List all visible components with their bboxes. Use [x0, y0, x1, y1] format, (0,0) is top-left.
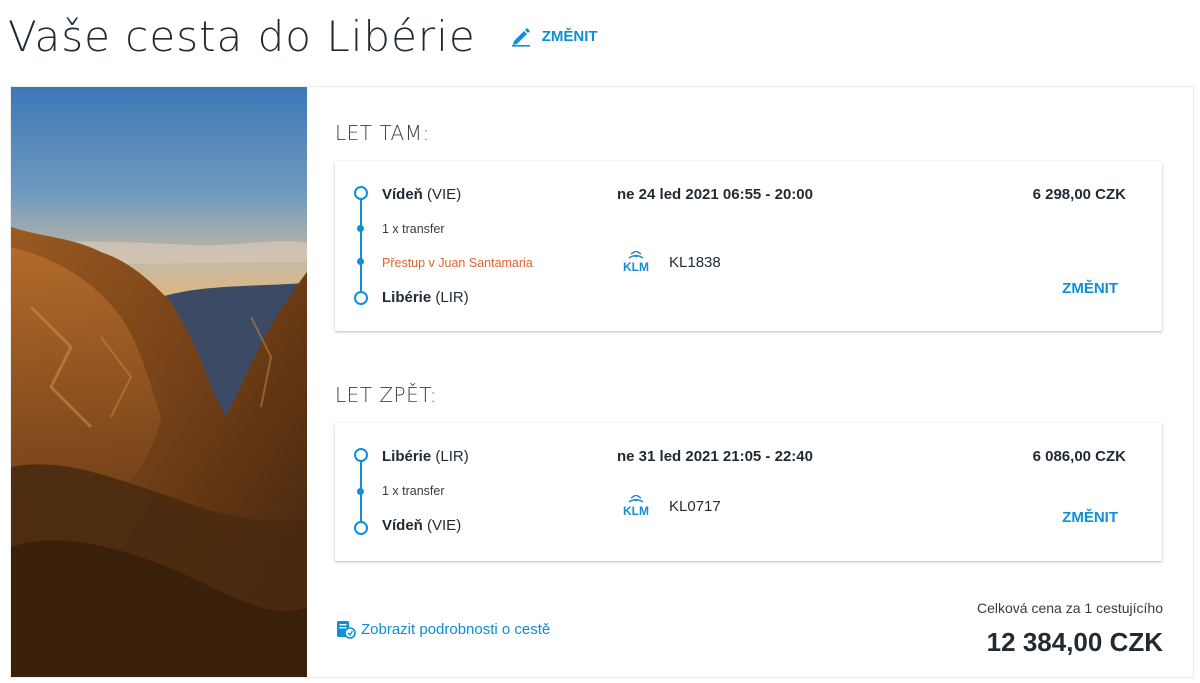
- destination-photo: [11, 87, 307, 677]
- destination-city: Vídeň (VIE): [382, 517, 462, 534]
- total-price-label: Celková cena za 1 cestujícího: [977, 600, 1163, 616]
- flight-price: 6 086,00 CZK: [1032, 448, 1126, 465]
- outbound-flight-card: Vídeň (VIE) 1 x transfer Přestup v Juan …: [335, 161, 1162, 331]
- transfer-count: 1 x transfer: [382, 484, 445, 498]
- klm-logo-text: KLM: [623, 260, 649, 273]
- flight-price: 6 298,00 CZK: [1032, 186, 1126, 203]
- klm-logo-text: KLM: [623, 504, 649, 517]
- timeline-stop-marker: [357, 488, 364, 495]
- edit-trip-button[interactable]: ZMĚNIT: [510, 25, 598, 47]
- timeline-stop-marker: [357, 258, 364, 265]
- klm-logo: KLM: [623, 251, 649, 273]
- airline-info: KLM KL1838: [617, 251, 721, 273]
- timeline-line: [360, 198, 362, 294]
- timeline-destination-marker: [354, 291, 368, 305]
- origin-city: Libérie (LIR): [382, 448, 469, 465]
- header: Vaše cesta do Libérie ZMĚNIT: [8, 6, 598, 66]
- origin-city: Vídeň (VIE): [382, 186, 462, 203]
- change-outbound-button[interactable]: ZMĚNIT: [1062, 280, 1118, 297]
- stopover-info: Přestup v Juan Santamaria: [382, 256, 533, 270]
- transfer-count: 1 x transfer: [382, 222, 445, 236]
- destination-city: Libérie (LIR): [382, 289, 469, 306]
- return-timeline: [351, 448, 371, 535]
- flight-number: KL0717: [669, 497, 721, 515]
- trip-details-link[interactable]: Zobrazit podrobnosti o cestě: [335, 618, 550, 640]
- return-flight-card: Libérie (LIR) 1 x transfer Vídeň (VIE) n…: [335, 423, 1162, 561]
- return-title: LET ZPĚT:: [335, 383, 438, 407]
- flight-number: KL1838: [669, 253, 721, 271]
- trip-details-label: Zobrazit podrobnosti o cestě: [361, 620, 551, 638]
- timeline-origin-marker: [354, 186, 368, 200]
- page-title: Vaše cesta do Libérie: [8, 11, 476, 61]
- klm-logo: KLM: [623, 495, 649, 517]
- edit-trip-label: ZMĚNIT: [541, 27, 598, 45]
- trip-summary-card: LET TAM: Vídeň (VIE) 1 x transfer Přestu…: [10, 86, 1194, 678]
- flight-datetime: ne 31 led 2021 21:05 - 22:40: [617, 448, 813, 465]
- flight-datetime: ne 24 led 2021 06:55 - 20:00: [617, 186, 813, 203]
- timeline-origin-marker: [354, 448, 368, 462]
- change-return-button[interactable]: ZMĚNIT: [1062, 509, 1118, 526]
- outbound-title: LET TAM:: [335, 121, 430, 145]
- airline-info: KLM KL0717: [617, 495, 721, 517]
- total-price: 12 384,00 CZK: [986, 627, 1163, 657]
- trip-details-icon: [337, 621, 356, 639]
- flights-panel: LET TAM: Vídeň (VIE) 1 x transfer Přestu…: [307, 87, 1193, 677]
- timeline-stop-marker: [357, 225, 364, 232]
- outbound-timeline: [351, 186, 371, 305]
- timeline-destination-marker: [354, 521, 368, 535]
- pencil-icon: [511, 28, 530, 47]
